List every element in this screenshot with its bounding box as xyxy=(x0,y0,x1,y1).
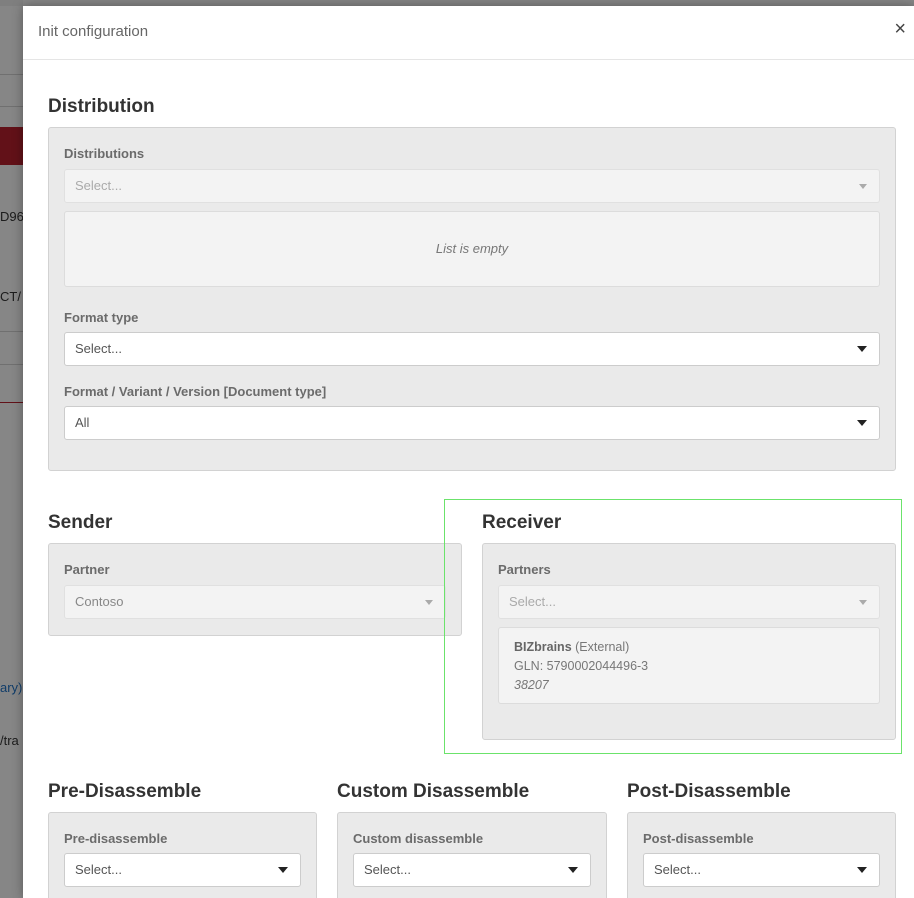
sender-title: Sender xyxy=(48,512,113,533)
pre-disassemble-select[interactable]: Select... xyxy=(64,853,301,887)
partner-label: Partner xyxy=(64,562,110,577)
partner-code: 38207 xyxy=(514,678,549,692)
pre-disassemble-panel: Pre-disassemble Select... xyxy=(48,812,317,898)
init-configuration-modal: Init configuration × Distribution Distri… xyxy=(23,6,914,898)
chevron-down-icon xyxy=(278,867,288,873)
sender-partner-value: Contoso xyxy=(75,594,124,609)
partner-name: BIZbrains xyxy=(514,640,572,654)
modal-title: Init configuration xyxy=(38,23,149,40)
custom-disassemble-select[interactable]: Select... xyxy=(353,853,591,887)
custom-disassemble-panel: Custom disassemble Select... xyxy=(337,812,607,898)
post-disassemble-title: Post-Disassemble xyxy=(627,781,791,802)
receiver-panel: Partners Select... BIZbrains (External) … xyxy=(482,543,896,740)
chevron-down-icon xyxy=(857,867,867,873)
modal-header: Init configuration × xyxy=(23,6,914,60)
receiver-partners-select[interactable]: Select... xyxy=(498,585,880,619)
chevron-down-icon xyxy=(425,600,433,605)
distributions-select[interactable]: Select... xyxy=(64,169,880,203)
chevron-down-icon xyxy=(857,420,867,426)
pre-disassemble-value: Select... xyxy=(75,862,122,877)
distributions-label: Distributions xyxy=(64,146,145,161)
distribution-panel: Distributions Select... List is empty Fo… xyxy=(48,127,896,471)
distribution-title: Distribution xyxy=(48,96,155,117)
sender-partner-select[interactable]: Contoso xyxy=(64,585,446,619)
partner-name-line: BIZbrains (External) xyxy=(514,638,864,657)
close-icon[interactable]: × xyxy=(894,19,906,39)
partner-gln: GLN: 5790002044496-3 xyxy=(514,659,649,673)
pre-disassemble-title: Pre-Disassemble xyxy=(48,781,202,802)
format-type-select[interactable]: Select... xyxy=(64,332,880,366)
post-disassemble-label: Post-disassemble xyxy=(643,831,754,846)
post-disassemble-value: Select... xyxy=(654,862,701,877)
chevron-down-icon xyxy=(857,346,867,352)
empty-list-text: List is empty xyxy=(435,241,509,256)
chevron-down-icon xyxy=(568,867,578,873)
format-type-label: Format type xyxy=(64,310,139,325)
chevron-down-icon xyxy=(859,600,867,605)
partner-type: (External) xyxy=(575,640,630,654)
receiver-partner-card: BIZbrains (External) GLN: 5790002044496-… xyxy=(498,627,880,704)
post-disassemble-panel: Post-disassemble Select... xyxy=(627,812,896,898)
distributions-empty-list: List is empty xyxy=(64,211,880,287)
format-variant-label: Format / Variant / Version [Document typ… xyxy=(64,384,327,399)
custom-disassemble-title: Custom Disassemble xyxy=(337,781,530,802)
format-variant-value: All xyxy=(75,415,90,430)
post-disassemble-select[interactable]: Select... xyxy=(643,853,880,887)
receiver-partners-placeholder: Select... xyxy=(509,594,556,609)
distributions-placeholder: Select... xyxy=(75,178,122,193)
format-type-value: Select... xyxy=(75,341,122,356)
custom-disassemble-label: Custom disassemble xyxy=(353,831,484,846)
format-variant-select[interactable]: All xyxy=(64,406,880,440)
chevron-down-icon xyxy=(859,184,867,189)
custom-disassemble-value: Select... xyxy=(364,862,411,877)
pre-disassemble-label: Pre-disassemble xyxy=(64,831,168,846)
receiver-title: Receiver xyxy=(482,512,562,533)
partners-label: Partners xyxy=(498,562,551,577)
sender-panel: Partner Contoso xyxy=(48,543,462,636)
